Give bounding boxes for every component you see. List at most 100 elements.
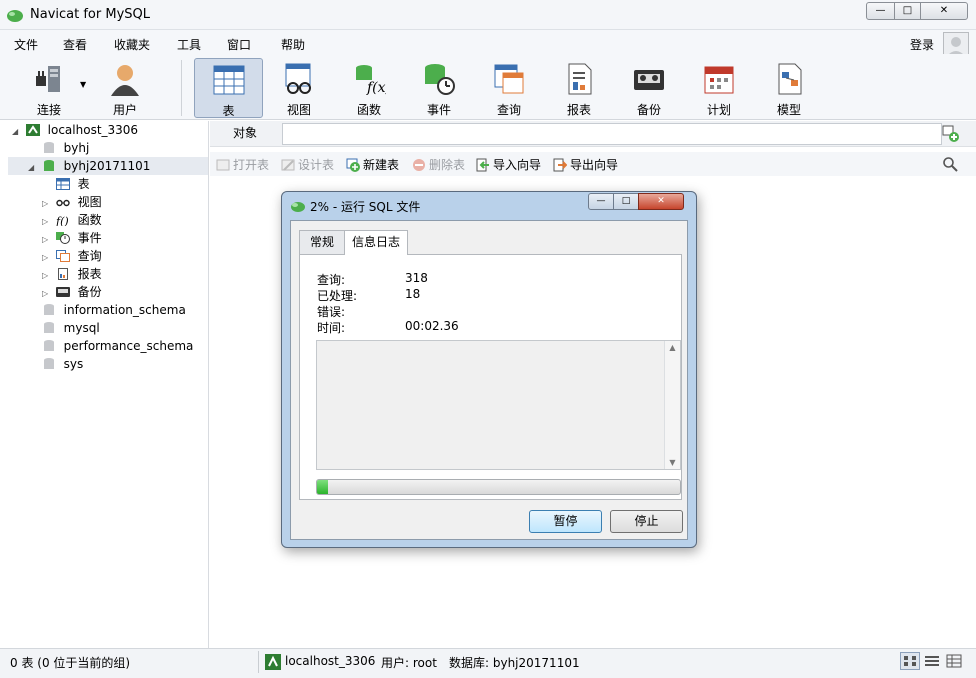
search-icon[interactable]	[942, 156, 958, 172]
tree-item-label: 备份	[77, 285, 102, 299]
object-tab-bar: 对象	[210, 121, 976, 147]
navicat-logo-icon	[291, 202, 305, 212]
status-user: 用户: root	[381, 656, 437, 670]
dialog-maximize-button[interactable]: □	[613, 193, 639, 210]
report-icon	[568, 63, 592, 95]
import-wizard-icon	[476, 158, 489, 172]
table-icon	[213, 65, 244, 95]
menu-window[interactable]: 窗口	[227, 36, 251, 53]
tree-item-label: 表	[77, 177, 90, 191]
tree-connection[interactable]: ◢ localhost_3306	[12, 121, 138, 139]
menu-view[interactable]: 查看	[63, 36, 87, 53]
table-button[interactable]: 表	[194, 58, 263, 118]
toolbar-divider	[181, 60, 182, 116]
schedule-button[interactable]: 计划	[690, 58, 748, 118]
expanded-arrow-icon[interactable]: ◢	[12, 123, 22, 141]
status-object-count: 0 表 (0 位于当前的组)	[10, 656, 131, 670]
tab-objects[interactable]: 对象	[210, 121, 280, 146]
tree-item-label: 事件	[77, 231, 102, 245]
model-label: 模型	[776, 103, 801, 117]
tree-item-tables[interactable]: 表	[42, 175, 90, 193]
time-value: 00:02.36	[405, 319, 459, 333]
menu-file[interactable]: 文件	[14, 36, 38, 53]
tree-database-performance-schema[interactable]: performance_schema	[28, 337, 193, 355]
event-label: 事件	[426, 103, 451, 117]
login-link[interactable]: 登录	[910, 36, 934, 53]
menu-favorites[interactable]: 收藏夹	[114, 36, 150, 53]
view-label: 视图	[286, 103, 311, 117]
minimize-button[interactable]: —	[866, 2, 895, 20]
close-button[interactable]: ✕	[920, 2, 968, 20]
tree-item-queries[interactable]: ▷ 查询	[42, 247, 102, 265]
log-scrollbar[interactable]: ▲ ▼	[664, 341, 680, 469]
tree-item-events[interactable]: ▷ 事件	[42, 229, 102, 247]
tree-item-reports[interactable]: ▷ 报表	[42, 265, 102, 283]
schedule-icon	[704, 66, 734, 94]
stop-button[interactable]: 停止	[610, 510, 683, 533]
dialog-minimize-button[interactable]: —	[588, 193, 614, 210]
tree-database-sys[interactable]: sys	[28, 355, 83, 373]
database-name: sys	[63, 357, 84, 371]
tree-database-mysql[interactable]: mysql	[28, 319, 100, 337]
view-button[interactable]: 视图	[270, 58, 328, 118]
add-object-tab-icon[interactable]	[942, 125, 960, 143]
connection-icon	[265, 654, 281, 670]
function-label: 函数	[356, 103, 381, 117]
status-connection: localhost_3306	[285, 654, 376, 668]
query-button[interactable]: 查询	[480, 58, 538, 118]
title-bar: Navicat for MySQL — □ ✕	[0, 0, 976, 30]
tree-database-information-schema[interactable]: information_schema	[28, 301, 186, 319]
message-log-panel: 查询: 318 已处理: 18 错误: 时间: 00:02.36 ▲ ▼	[299, 254, 682, 500]
design-table-button[interactable]: 设计表	[281, 156, 334, 173]
model-button[interactable]: 模型	[760, 58, 818, 118]
open-table-button[interactable]: 打开表	[216, 156, 269, 173]
export-wizard-button[interactable]: 导出向导	[553, 156, 618, 173]
connection-icon	[36, 66, 60, 92]
tree-item-backups[interactable]: ▷ 备份	[42, 283, 102, 301]
menu-tools[interactable]: 工具	[177, 36, 201, 53]
queries-value: 318	[405, 271, 428, 285]
function-button[interactable]: f(x) 函数	[340, 58, 398, 118]
window-title: Navicat for MySQL	[30, 7, 150, 22]
expanded-arrow-icon[interactable]: ◢	[28, 159, 38, 177]
object-tab-strip	[282, 123, 942, 145]
processed-value: 18	[405, 287, 421, 301]
maximize-button[interactable]: □	[894, 2, 921, 20]
status-database: 数据库: byhj20171101	[449, 656, 580, 670]
tree-item-functions[interactable]: ▷ f() 函数	[42, 211, 102, 229]
detail-view-icon[interactable]	[944, 652, 964, 670]
tab-general[interactable]: 常规	[299, 230, 345, 254]
tree-database-byhj[interactable]: byhj	[28, 139, 89, 157]
backup-icon	[55, 287, 70, 297]
log-text-area[interactable]: ▲ ▼	[316, 340, 681, 470]
connection-button[interactable]: 连接	[22, 58, 76, 118]
connection-icon	[25, 124, 40, 136]
import-wizard-button[interactable]: 导入向导	[476, 156, 541, 173]
scroll-up-icon[interactable]: ▲	[665, 343, 680, 352]
tree-item-views[interactable]: ▷ 视图	[42, 193, 102, 211]
delete-table-button[interactable]: 删除表	[412, 156, 465, 173]
menu-help[interactable]: 帮助	[281, 36, 305, 53]
scroll-down-icon[interactable]: ▼	[665, 458, 680, 467]
schedule-label: 计划	[706, 103, 731, 117]
tab-message-log[interactable]: 信息日志	[344, 230, 408, 255]
new-table-button[interactable]: 新建表	[346, 156, 399, 173]
progress-bar	[316, 479, 681, 495]
main-toolbar: 连接 ▼ 用户 表 视图 f(x) 函数 事件	[0, 54, 976, 120]
query-icon	[494, 64, 524, 94]
pause-button[interactable]: 暂停	[529, 510, 602, 533]
list-view-icon[interactable]	[922, 652, 942, 670]
delete-table-icon	[413, 159, 425, 171]
event-button[interactable]: 事件	[410, 58, 468, 118]
user-button[interactable]: 用户	[98, 58, 152, 118]
model-icon	[778, 63, 802, 95]
dialog-close-button[interactable]: ✕	[638, 193, 684, 210]
backup-button[interactable]: 备份	[620, 58, 678, 118]
event-icon	[425, 64, 455, 95]
time-label: 时间:	[317, 321, 346, 335]
report-button[interactable]: 报表	[550, 58, 608, 118]
grid-view-icon[interactable]	[900, 652, 920, 670]
tree-database-byhj20171101[interactable]: ◢ byhj20171101	[8, 157, 208, 175]
database-name: information_schema	[63, 303, 186, 317]
chevron-down-icon[interactable]: ▼	[80, 80, 86, 89]
